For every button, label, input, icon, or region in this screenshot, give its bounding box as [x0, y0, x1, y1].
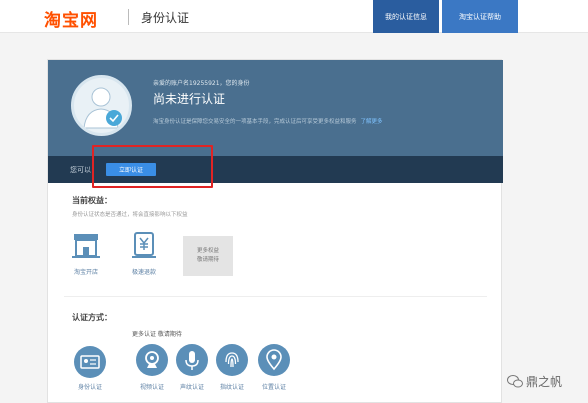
wechat-icon	[507, 375, 523, 388]
highlight-annotation	[92, 145, 213, 188]
status-description: 淘宝身份认证是保障您交易安全的一项基本手段，完成认证后可享受更多权益和服务 了解更…	[153, 117, 383, 125]
user-unverified-icon	[83, 87, 122, 129]
benefit-shop[interactable]: 淘宝开店	[66, 230, 106, 276]
page-title: 身份认证	[141, 11, 190, 25]
benefits-note: 身份认证状态是否通过，将会直接影响以下权益	[72, 212, 188, 218]
benefit-label: 淘宝开店	[73, 269, 98, 276]
shop-icon	[72, 234, 100, 258]
more-benefits-placeholder: 更多权益 敬请期待	[183, 236, 233, 276]
benefit-label: 极速退款	[131, 269, 156, 276]
verification-status: 尚未进行认证	[153, 92, 226, 106]
auth-methods-title: 认证方式：	[72, 313, 112, 322]
nav-verification-help[interactable]: 淘宝认证帮助	[442, 0, 518, 33]
more-benefits-line2: 敬请期待	[196, 257, 219, 263]
auth-label: 身份认证	[77, 384, 102, 391]
video-auth[interactable]	[136, 344, 168, 376]
refund-icon	[132, 232, 156, 258]
avatar	[71, 75, 132, 136]
action-label: 您可以	[70, 166, 91, 174]
nav-my-verification[interactable]: 我的认证信息	[373, 0, 439, 33]
logo-divider	[128, 9, 129, 25]
fingerprint-auth[interactable]	[216, 344, 248, 376]
watermark: 鼎之帆	[507, 373, 562, 390]
description-text: 淘宝身份认证是保障您交易安全的一项基本手段，完成认证后可享受更多权益和服务	[153, 119, 357, 125]
verification-card: 亲爱的账户名19255921，您的身份 尚未进行认证 淘宝身份认证是保障您交易安…	[47, 59, 503, 403]
auth-label: 指纹认证	[219, 384, 244, 391]
more-auth-note: 更多认证 敬请期待	[132, 331, 182, 338]
profile-hero: 亲爱的账户名19255921，您的身份 尚未进行认证 淘宝身份认证是保障您交易安…	[48, 60, 503, 156]
id-card-auth[interactable]	[74, 346, 106, 378]
learn-more-link[interactable]: 了解更多	[361, 119, 383, 125]
benefits-title: 当前权益：	[72, 196, 112, 205]
voice-auth[interactable]	[176, 344, 208, 376]
location-auth[interactable]	[258, 344, 290, 376]
auth-label: 声纹认证	[179, 384, 204, 391]
watermark-text: 鼎之帆	[526, 375, 563, 389]
video-icon	[145, 351, 159, 368]
top-header: 淘宝网 身份认证 我的认证信息 淘宝认证帮助	[0, 0, 588, 33]
auth-label: 视频认证	[139, 384, 164, 391]
taobao-logo[interactable]: 淘宝网	[44, 6, 98, 31]
auth-label: 位置认证	[261, 384, 286, 391]
more-benefits-line1: 更多权益	[196, 248, 219, 254]
greeting-text: 亲爱的账户名19255921，您的身份	[153, 80, 250, 87]
id-card-icon	[80, 355, 100, 369]
location-icon	[266, 349, 282, 371]
fingerprint-icon	[225, 352, 239, 368]
section-divider	[64, 296, 487, 297]
microphone-icon	[185, 351, 199, 370]
benefit-refund[interactable]: 极速退款	[124, 230, 164, 276]
